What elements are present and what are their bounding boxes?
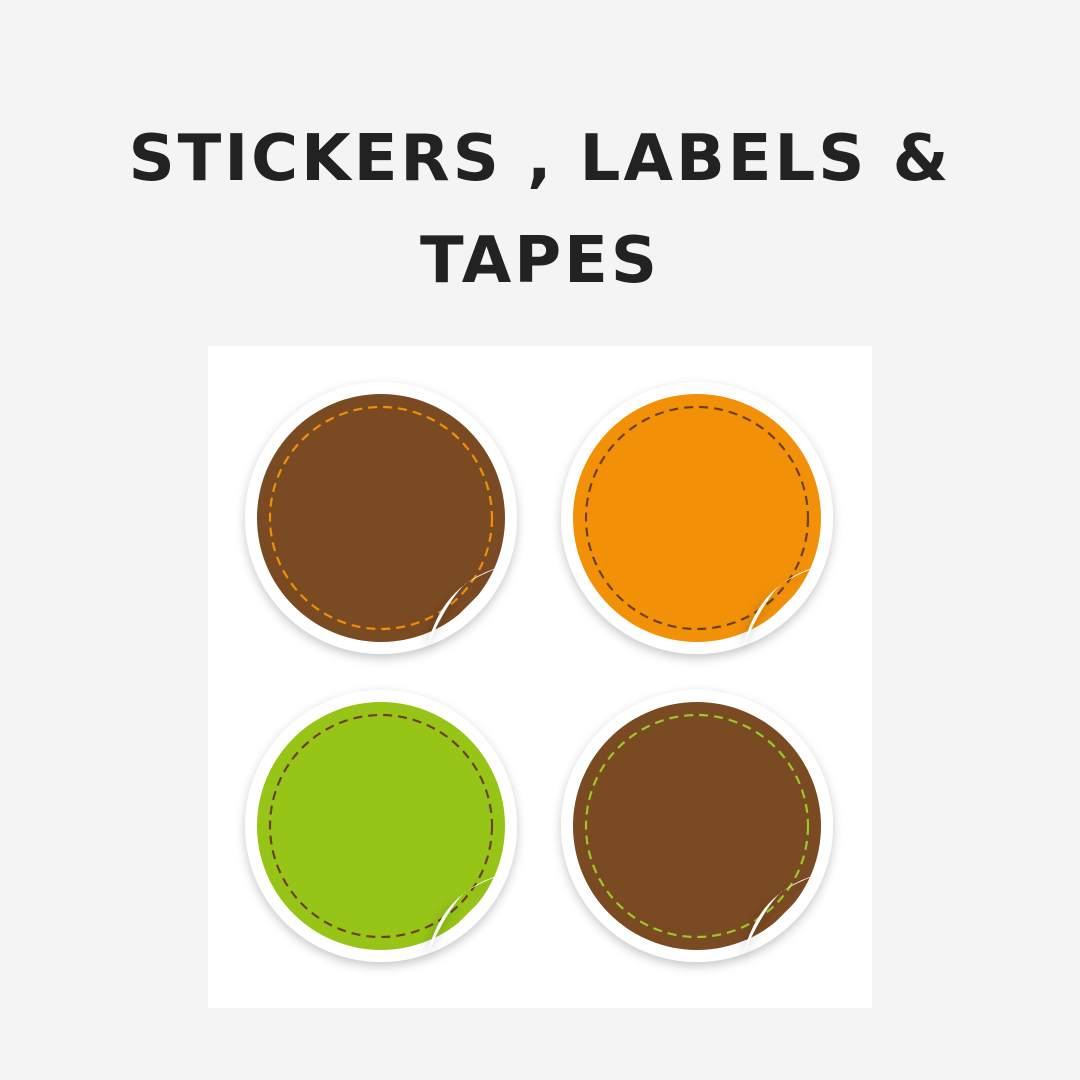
sticker-green-bottom-left [245,690,517,962]
page-title-line-2: TAPES [420,224,660,298]
sticker-face [257,394,505,642]
sticker-brown-top-left [245,382,517,654]
stickers-illustration [245,382,833,962]
sticker-image-panel [208,346,872,1008]
page-title: STICKERS , LABELS & TAPES [0,108,1080,312]
sticker-brown-bottom-right [561,690,833,962]
sticker-face [257,702,505,950]
page-title-line-1: STICKERS , LABELS & [128,122,952,196]
sticker-face [573,394,821,642]
sticker-face [573,702,821,950]
sticker-orange-top-right [561,382,833,654]
